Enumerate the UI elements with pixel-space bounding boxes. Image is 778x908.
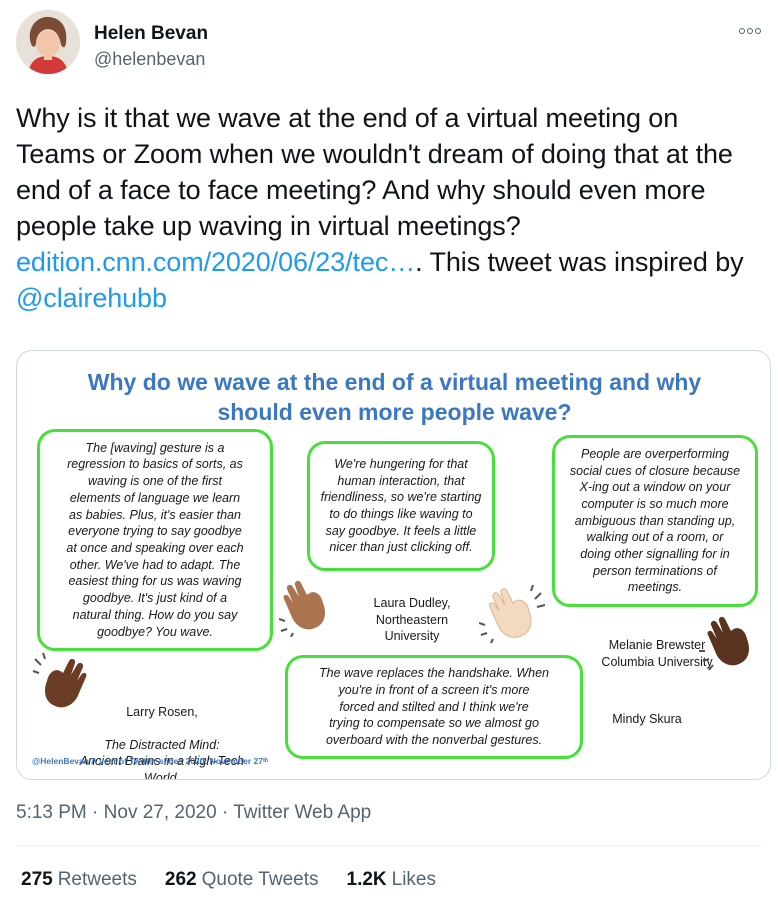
author-info[interactable]: Helen Bevan @helenbevan [94,22,208,71]
retweets-stat[interactable]: 275 Retweets [21,869,137,891]
slide-title-line1: Why do we wave at the end of a virtual m… [87,369,702,395]
tweet-image[interactable]: Why do we wave at the end of a virtual m… [16,350,771,780]
speaker-skura: Mindy Skura [612,712,682,726]
author-handle[interactable]: @helenbevan [94,47,208,71]
quote-bubble-skura: The wave replaces the handshake. When yo… [285,655,583,759]
waving-hand-light-icon [479,584,546,644]
quote-bubble-brewster: People are overperforming social cues of… [552,435,758,607]
tweet-meta: 5:13 PM · Nov 27, 2020 · Twitter Web App [16,802,371,824]
tweet-date[interactable]: Nov 27, 2020 [104,802,217,823]
tweet-text: Why is it that we wave at the end of a v… [16,100,762,316]
avatar-image [16,10,80,74]
quote-text-skura: The wave replaces the handshake. When yo… [319,666,549,748]
tweet-stats: 275 Retweets 262 Quote Tweets 1.2K Likes [21,869,436,891]
more-options-icon[interactable] [738,24,762,38]
avatar[interactable] [16,10,80,74]
quote-text-brewster: People are overperforming social cues of… [569,446,741,595]
retweets-count: 275 [21,869,53,890]
speaker-rosen-name: Larry Rosen, [126,704,198,719]
quote-tweets-count: 262 [164,869,197,890]
quote-tweets-label: Quote Tweets [201,869,319,890]
quote-text-rosen: The [waving] gesture is a regression to … [66,440,244,639]
speaker-rosen: Larry Rosen, The Distracted Mind: Ancien… [67,687,257,780]
retweets-label: Retweets [57,869,137,890]
quote-bubble-dudley: We're hungering for that human interacti… [307,441,495,571]
likes-count: 1.2K [346,869,387,890]
quote-text-dudley: We're hungering for that human interacti… [320,456,482,555]
likes-stat[interactable]: 1.2K Likes [347,869,437,891]
slide-title: Why do we wave at the end of a virtual m… [17,367,770,427]
tweet-text-body: Why is it that we wave at the end of a v… [16,103,733,241]
likes-label: Likes [391,869,436,890]
tweet-link[interactable]: edition.cnn.com/2020/06/23/tec… [16,247,415,277]
waving-hand-dark-icon [699,616,749,671]
slide-footer: @HelenBevan A year of Twitter slides 202… [32,756,268,766]
quote-bubble-rosen: The [waving] gesture is a regression to … [37,429,273,651]
meta-separator: · [86,802,104,823]
waving-hand-medium-icon [279,580,325,637]
author-name[interactable]: Helen Bevan [94,22,208,46]
slide-title-line2: should even more people wave? [217,399,572,425]
divider [16,845,762,846]
tweet-time[interactable]: 5:13 PM [16,802,87,823]
meta-separator: · [216,802,234,823]
tweet-header: Helen Bevan @helenbevan [16,10,762,80]
tweet-source-app[interactable]: Twitter Web App [233,802,371,823]
tweet-text-middle: . This tweet was inspired by [415,247,744,277]
speaker-dudley: Laura Dudley, Northeastern University [373,596,451,643]
quote-tweets-stat[interactable]: 262 Quote Tweets [165,869,319,891]
waving-hand-dark-icon [32,652,87,708]
mention-link[interactable]: @clairehubb [16,283,167,313]
